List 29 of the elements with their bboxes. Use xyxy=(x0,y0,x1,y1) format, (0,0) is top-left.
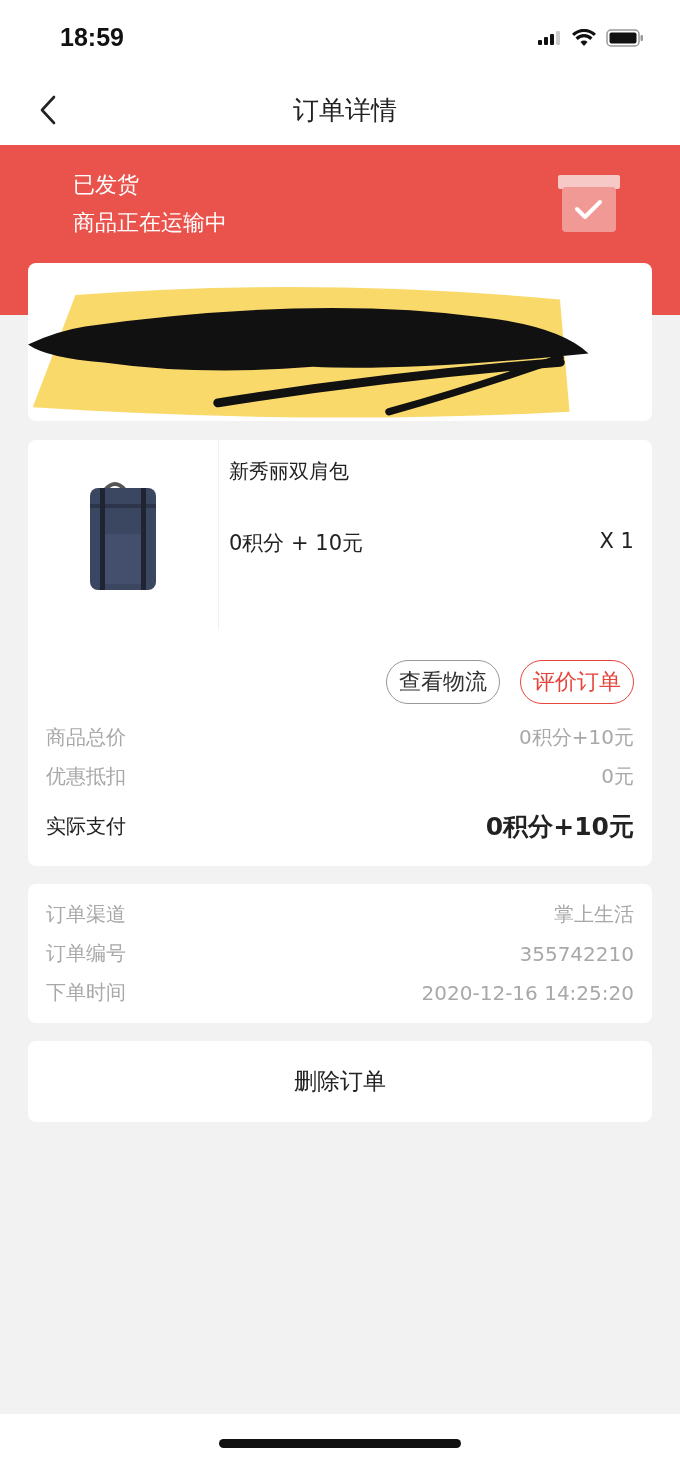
product-name: 新秀丽双肩包 xyxy=(229,458,350,485)
info-label: 订单渠道 xyxy=(46,901,126,928)
battery-icon xyxy=(606,28,644,47)
info-label: 订单编号 xyxy=(46,940,126,967)
signal-icon xyxy=(538,29,562,46)
back-button[interactable] xyxy=(38,94,58,126)
wifi-icon xyxy=(572,28,596,47)
home-indicator[interactable] xyxy=(219,1438,461,1448)
back-icon xyxy=(38,94,58,126)
clock-time: 18:59 xyxy=(60,23,124,52)
info-value: 2020-12-16 14:25:20 xyxy=(421,980,634,1005)
product-price: 0积分 + 10元 xyxy=(229,530,364,557)
delete-order-button[interactable]: 删除订单 xyxy=(28,1041,652,1122)
product-quantity: X 1 xyxy=(599,529,634,555)
summary-label: 商品总价 xyxy=(46,724,126,751)
status-subtitle: 商品正在运输中 xyxy=(73,209,227,237)
review-order-button[interactable]: 评价订单 xyxy=(520,660,634,704)
order-status: 已发货 xyxy=(73,171,140,199)
page-title: 订单详情 xyxy=(293,93,397,127)
summary-value: 0积分+10元 xyxy=(519,724,634,751)
info-value: 355742210 xyxy=(519,941,634,966)
info-label: 下单时间 xyxy=(46,979,126,1006)
summary-value: 0元 xyxy=(601,763,634,790)
summary-label: 优惠抵扣 xyxy=(46,763,126,790)
view-logistics-button[interactable]: 查看物流 xyxy=(386,660,500,704)
package-check-icon xyxy=(558,175,620,233)
summary-label: 实际支付 xyxy=(46,812,126,840)
info-value: 掌上生活 xyxy=(554,901,634,928)
total-amount: 0积分+10元 xyxy=(485,810,634,843)
